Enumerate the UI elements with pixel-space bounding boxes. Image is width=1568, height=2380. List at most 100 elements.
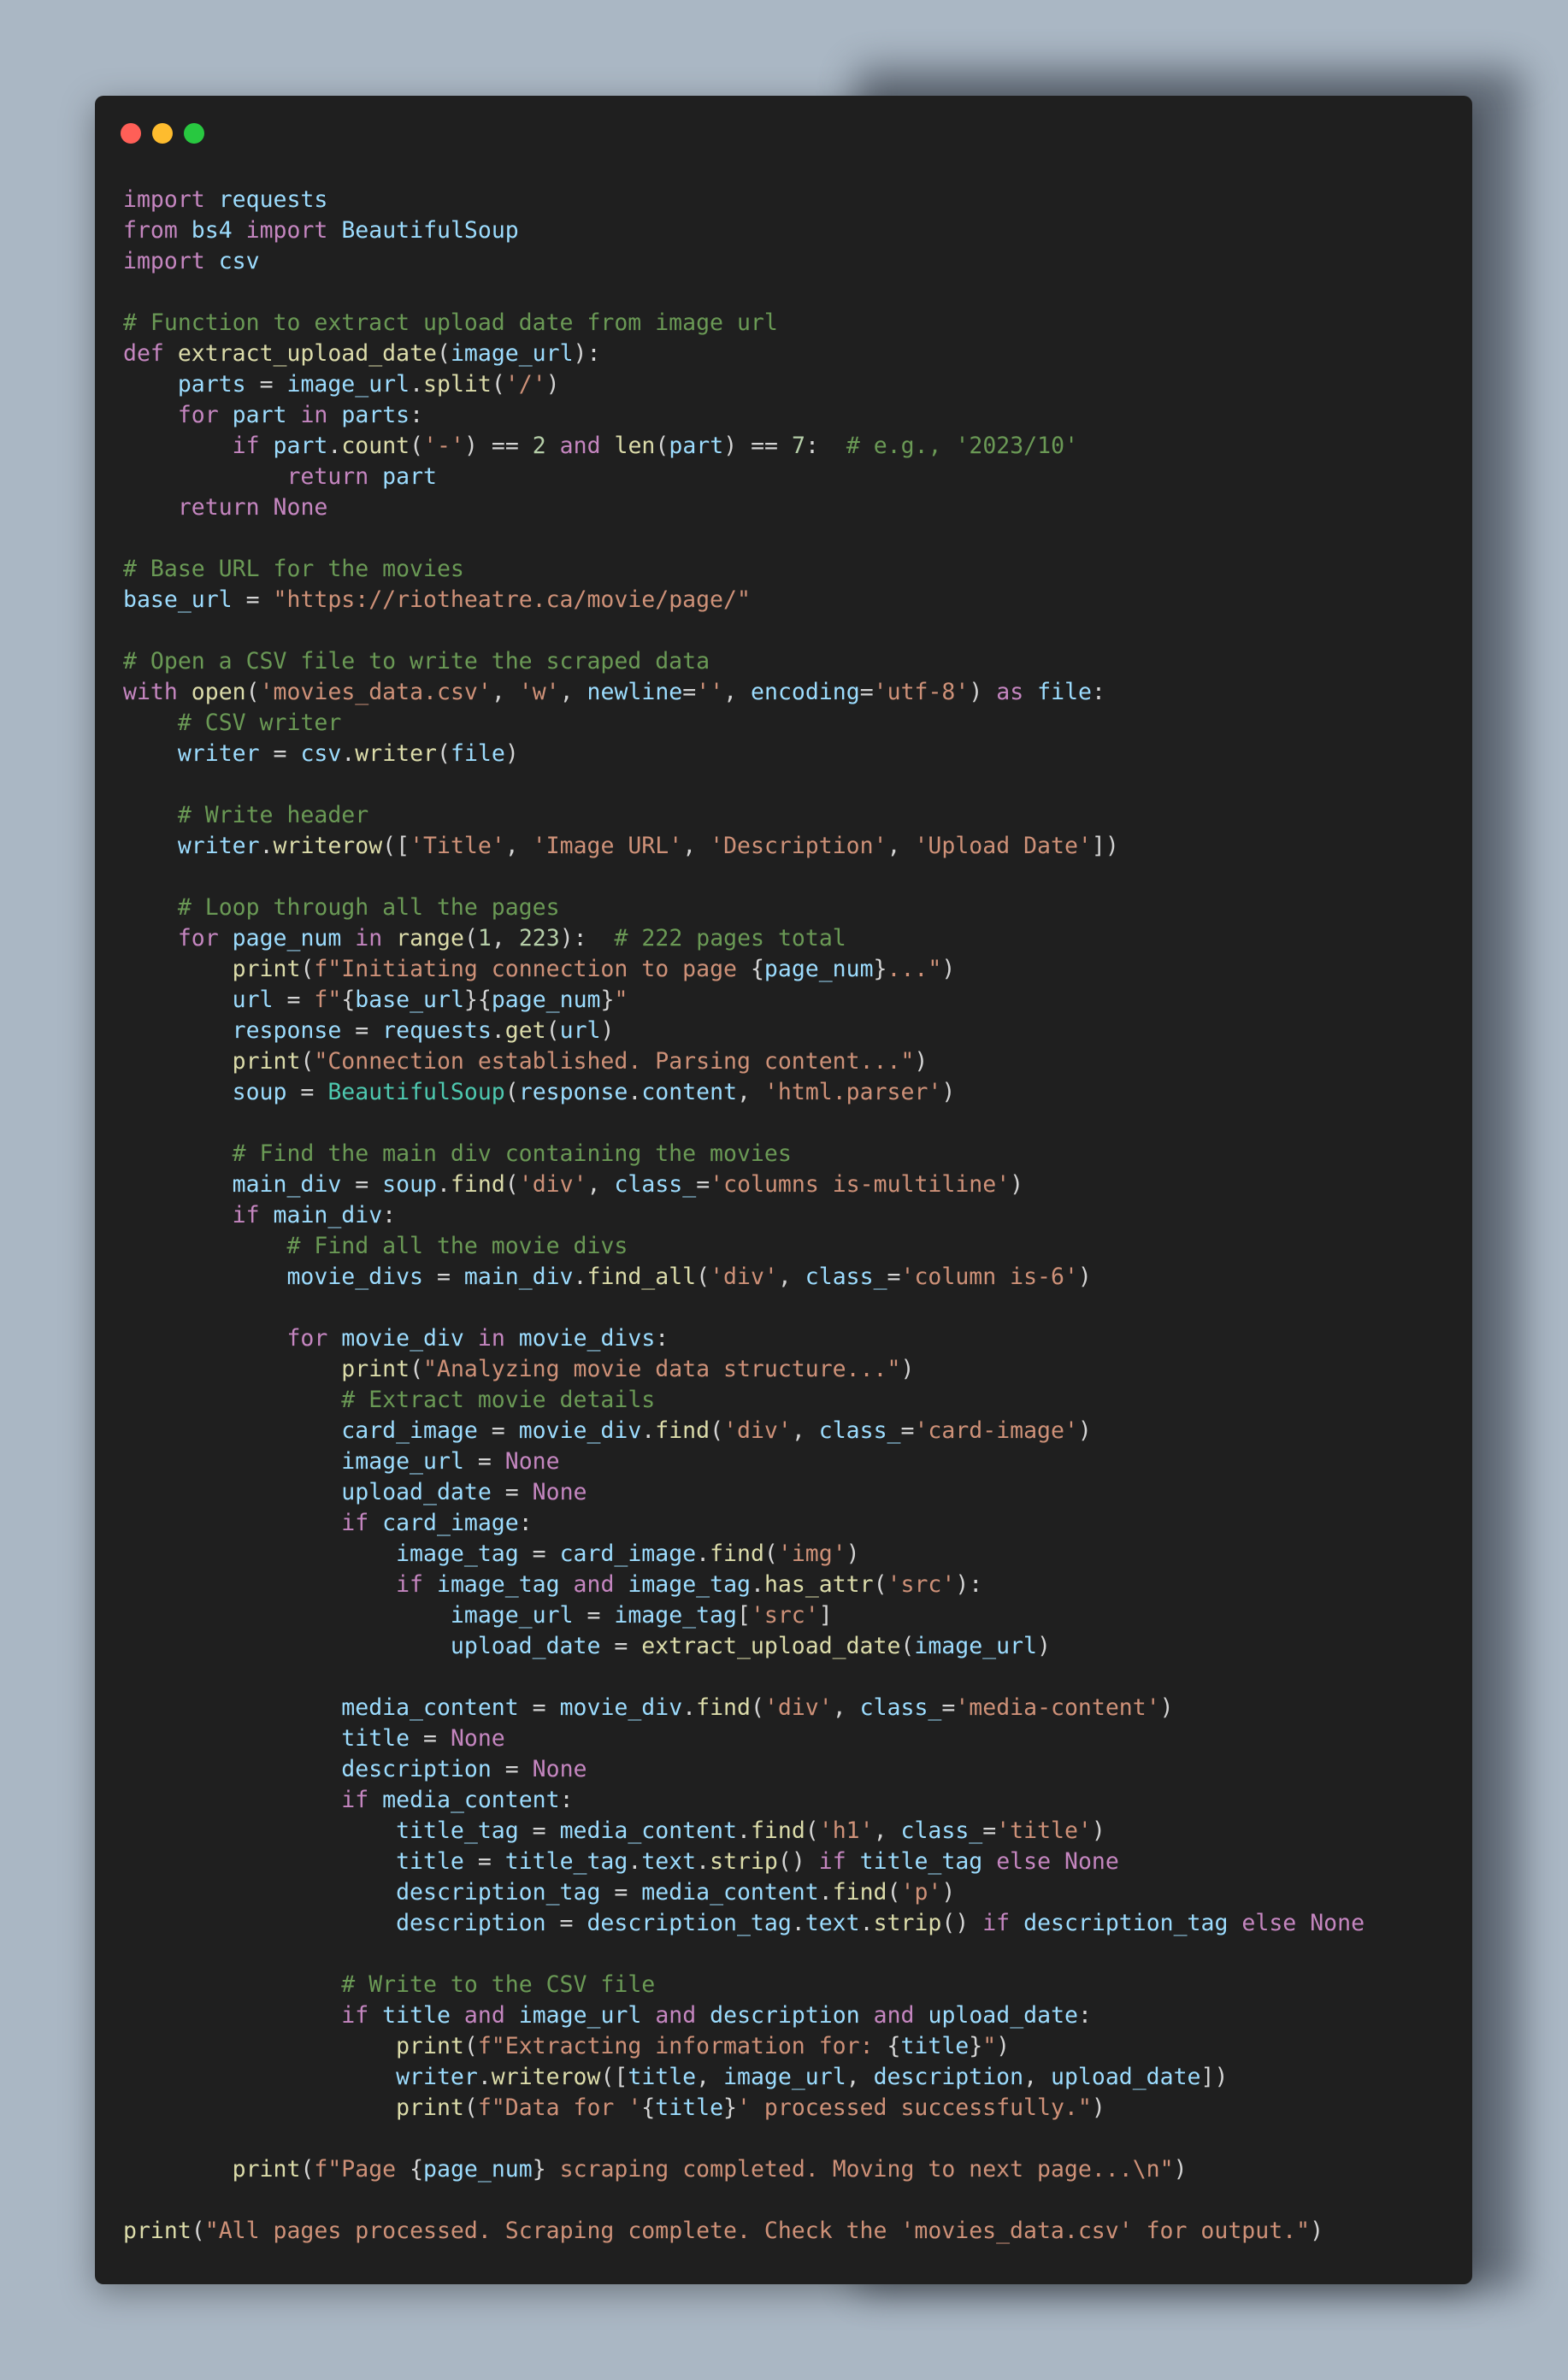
identifier-token: bs4 [191, 217, 233, 244]
punctuation-token [123, 1756, 341, 1782]
punctuation-token [260, 494, 274, 521]
punctuation-token: , [887, 833, 915, 859]
function-token: print [232, 956, 301, 982]
punctuation-token [123, 402, 178, 428]
punctuation-token: = [463, 1448, 505, 1475]
keyword-token: None [1064, 1848, 1119, 1875]
punctuation-token: = [941, 1694, 956, 1721]
code-line: return part [123, 462, 1365, 492]
identifier-token: soup [232, 1079, 287, 1105]
comment-token: # Loop through all the pages [177, 894, 560, 921]
punctuation-token: ( [873, 1571, 887, 1598]
code-line: writer = csv.writer(file) [123, 739, 1365, 769]
comment-token: # 222 pages total [614, 925, 846, 951]
comment-token: # Write to the CSV file [341, 1971, 656, 1998]
string-token: 'src' [750, 1602, 819, 1629]
code-line: # Base URL for the movies [123, 554, 1365, 585]
code-line: writer.writerow([title, image_url, descr… [123, 2062, 1365, 2093]
punctuation-token: . [327, 433, 342, 459]
punctuation-token: }{ [463, 987, 492, 1013]
code-line: card_image = movie_div.find('div', class… [123, 1416, 1365, 1446]
identifier-token: text [641, 1848, 697, 1875]
string-token: f"Data for ' [477, 2094, 642, 2121]
punctuation-token: { [887, 2033, 901, 2059]
punctuation-token: : [518, 1510, 533, 1536]
punctuation-token [178, 679, 192, 705]
punctuation-token: . [436, 1171, 451, 1198]
identifier-token: requests [382, 1017, 492, 1044]
code-line: title_tag = media_content.find('h1', cla… [123, 1816, 1365, 1847]
function-token: find [696, 1694, 751, 1721]
punctuation-token [123, 1356, 341, 1382]
keyword-token: if [232, 433, 260, 459]
punctuation-token: ( [545, 1017, 560, 1044]
punctuation-token: ]) [1200, 2064, 1229, 2090]
identifier-token: media_content [382, 1787, 560, 1813]
punctuation-token: = [900, 1417, 915, 1444]
minimize-button[interactable] [152, 123, 173, 144]
punctuation-token [260, 1202, 274, 1228]
keyword-token: and [559, 433, 601, 459]
code-line: description = None [123, 1754, 1365, 1785]
code-line: for movie_div in movie_divs: [123, 1323, 1365, 1354]
punctuation-token: { [641, 2094, 656, 2121]
identifier-token: url [559, 1017, 601, 1044]
punctuation-token [123, 1048, 233, 1075]
punctuation-token [123, 740, 178, 767]
comment-token: # Extract movie details [341, 1387, 656, 1413]
close-button[interactable] [121, 123, 141, 144]
identifier-token: main_div [232, 1171, 342, 1198]
keyword-token: if [341, 1787, 369, 1813]
identifier-token: description_tag [1023, 1910, 1229, 1936]
punctuation-token [123, 1602, 451, 1629]
punctuation-token [1228, 1910, 1241, 1936]
punctuation-token: [ [736, 1602, 751, 1629]
punctuation-token: ) [1077, 1417, 1092, 1444]
function-token: find [832, 1879, 887, 1906]
punctuation-token: ) [504, 740, 519, 767]
zoom-button[interactable] [184, 123, 204, 144]
identifier-token: writer [177, 740, 260, 767]
code-line: # Extract movie details [123, 1385, 1365, 1416]
punctuation-token [696, 2002, 710, 2029]
punctuation-token [368, 1787, 382, 1813]
string-token: 'img' [777, 1541, 846, 1567]
punctuation-token: , [587, 1171, 615, 1198]
string-token: 'div' [710, 1264, 778, 1290]
punctuation-token [123, 1725, 341, 1752]
punctuation-token: . [696, 1541, 710, 1567]
string-token: " [982, 2033, 997, 2059]
string-token: 'Title' [410, 833, 505, 859]
punctuation-token: ) [941, 1879, 956, 1906]
identifier-token: description [873, 2064, 1024, 2090]
punctuation-token: , [559, 679, 587, 705]
punctuation-token [123, 1479, 341, 1505]
keyword-token: None [532, 1756, 587, 1782]
identifier-token: upload_date [1051, 2064, 1201, 2090]
code-line: return None [123, 492, 1365, 523]
punctuation-token [341, 925, 355, 951]
function-token: print [232, 2156, 301, 2183]
punctuation-token: . [859, 1910, 874, 1936]
string-token: 'w' [518, 679, 560, 705]
punctuation-token: = [887, 1264, 901, 1290]
punctuation-token [560, 1571, 574, 1598]
punctuation-token: ) [1091, 1817, 1105, 1844]
code-line: upload_date = None [123, 1477, 1365, 1508]
code-line: print(f"Data for '{title}' processed suc… [123, 2093, 1365, 2124]
keyword-token: if [341, 2002, 369, 2029]
punctuation-token: ( [410, 433, 424, 459]
function-token: print [396, 2094, 464, 2121]
code-line: print("Connection established. Parsing c… [123, 1046, 1365, 1077]
string-token: ' processed successfully." [737, 2094, 1092, 2121]
punctuation-token: ( [887, 1879, 901, 1906]
identifier-token: parts [341, 402, 410, 428]
identifier-token: base_url [355, 987, 464, 1013]
punctuation-token: ( [900, 1633, 915, 1659]
punctuation-token: ( [655, 433, 669, 459]
punctuation-token: : [382, 1202, 397, 1228]
string-token: 'card-image' [914, 1417, 1078, 1444]
identifier-token: page_num [423, 2156, 533, 2183]
punctuation-token [505, 2002, 519, 2029]
